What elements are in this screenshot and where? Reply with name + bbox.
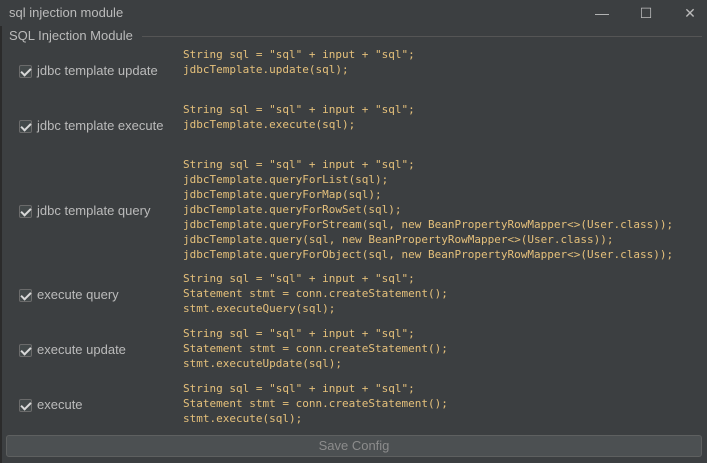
execute-label[interactable]: execute (37, 397, 83, 412)
group-title: SQL Injection Module (9, 28, 137, 43)
group-border (142, 36, 702, 37)
jdbc-template-update-code: String sql = "sql" + input + "sql"; jdbc… (183, 48, 415, 76)
jdbc-template-update-label[interactable]: jdbc template update (37, 63, 158, 78)
execute-update-checkbox[interactable] (19, 344, 32, 357)
title-bar: sql injection module — ☐ ✕ (0, 0, 707, 26)
jdbc-template-execute-code: String sql = "sql" + input + "sql"; jdbc… (183, 103, 415, 131)
close-icon[interactable]: ✕ (668, 0, 707, 26)
save-config-button[interactable]: Save Config (6, 435, 702, 457)
execute-code: String sql = "sql" + input + "sql"; Stat… (183, 382, 448, 425)
execute-checkbox[interactable] (19, 399, 32, 412)
jdbc-template-update-checkbox[interactable] (19, 65, 32, 78)
jdbc-template-execute-checkbox[interactable] (19, 120, 32, 133)
execute-query-code: String sql = "sql" + input + "sql"; Stat… (183, 272, 448, 315)
jdbc-template-query-checkbox[interactable] (19, 205, 32, 218)
jdbc-template-query-code: String sql = "sql" + input + "sql"; jdbc… (183, 158, 674, 261)
execute-query-checkbox[interactable] (19, 289, 32, 302)
execute-query-label[interactable]: execute query (37, 287, 119, 302)
minimize-icon[interactable]: — (580, 0, 624, 26)
maximize-icon[interactable]: ☐ (624, 0, 668, 26)
jdbc-template-execute-label[interactable]: jdbc template execute (37, 118, 163, 133)
execute-update-code: String sql = "sql" + input + "sql"; Stat… (183, 327, 448, 370)
window-title: sql injection module (9, 5, 124, 20)
window-left-edge (0, 26, 2, 463)
execute-update-label[interactable]: execute update (37, 342, 126, 357)
jdbc-template-query-label[interactable]: jdbc template query (37, 203, 150, 218)
